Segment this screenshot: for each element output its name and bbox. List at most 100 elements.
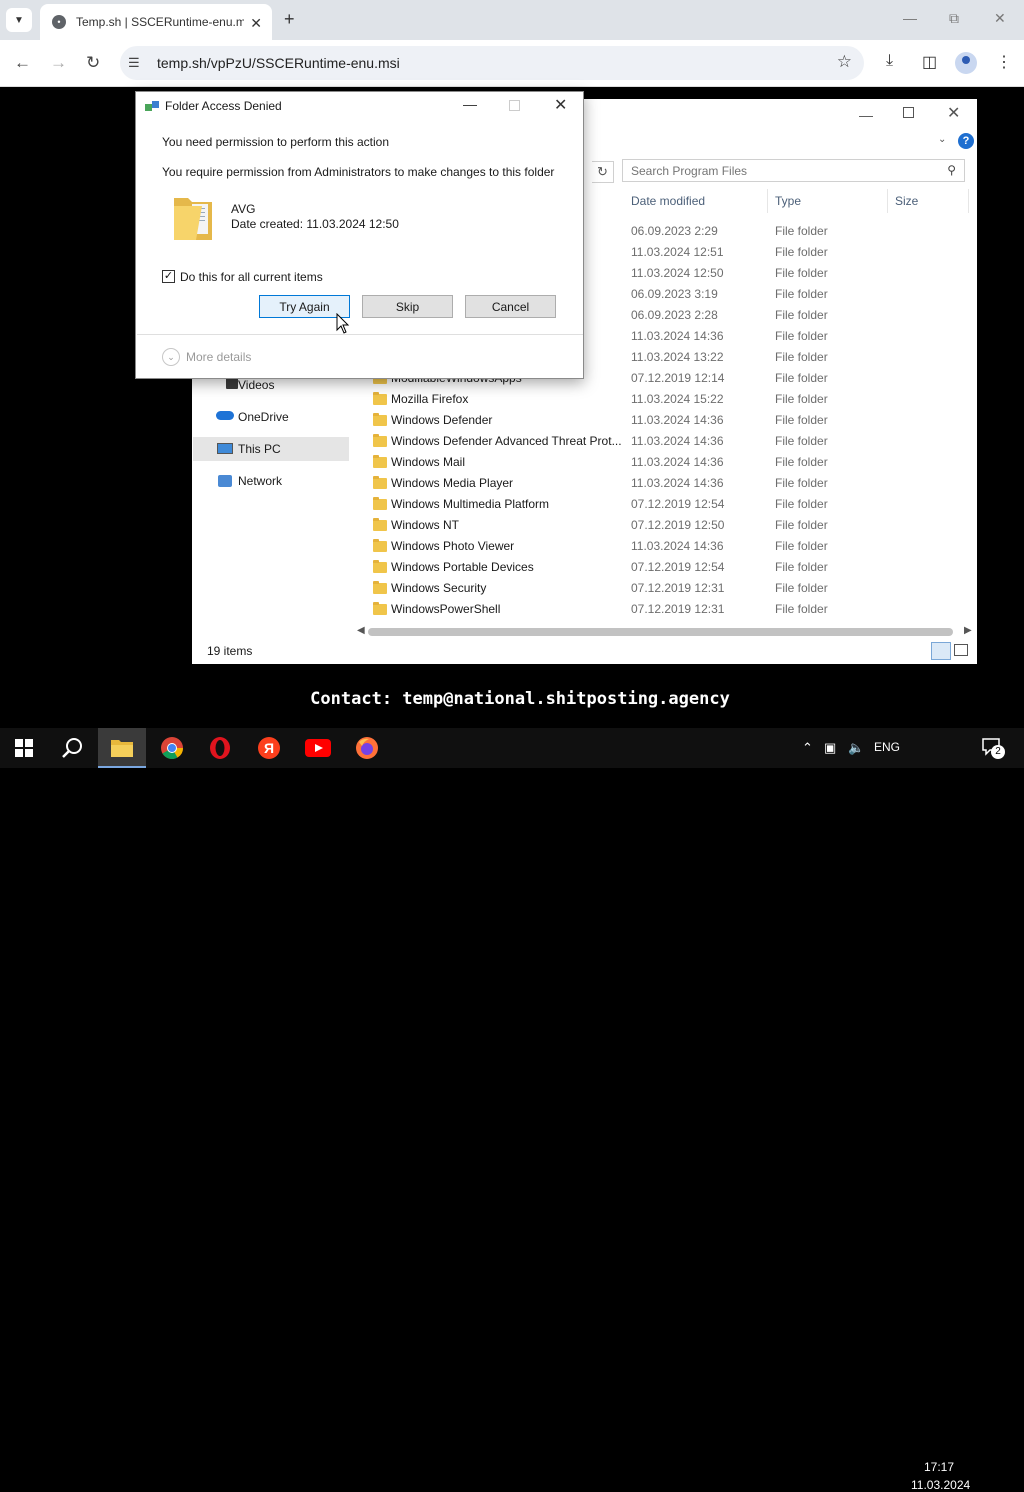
site-info-icon[interactable]: ☰ (128, 55, 140, 71)
folder-icon (373, 539, 387, 552)
address-url[interactable]: temp.sh/vpPzU/SSCERuntime-enu.msi (157, 55, 400, 71)
file-row-name[interactable]: Mozilla Firefox (391, 392, 468, 406)
nav-item-network[interactable]: Network (238, 474, 282, 488)
taskbar-yandex[interactable]: Я (245, 728, 293, 768)
menu-kebab-icon[interactable]: ⋮ (996, 52, 1012, 72)
dialog-minimize-button[interactable]: — (463, 96, 477, 112)
taskbar-chrome[interactable] (148, 728, 196, 768)
apply-all-label[interactable]: Do this for all current items (180, 270, 323, 284)
bookmark-star-icon[interactable]: ☆ (837, 52, 852, 72)
tab-title: Temp.sh | SSCERuntime-enu.msi (76, 15, 244, 29)
column-header-size[interactable]: Size (895, 194, 918, 208)
folder-icon (373, 581, 387, 594)
file-row-name[interactable]: Windows Photo Viewer (391, 539, 514, 553)
folder-icon (373, 455, 387, 468)
scrollbar-thumb[interactable] (368, 628, 953, 636)
file-row-name[interactable]: Windows Mail (391, 455, 465, 469)
scroll-right-icon[interactable]: ▶ (964, 625, 972, 636)
status-item-count: 19 items (207, 644, 253, 658)
column-separator[interactable] (887, 189, 888, 213)
file-row-type: File folder (775, 371, 828, 385)
apply-all-checkbox[interactable]: ✓ (162, 270, 175, 283)
forward-button[interactable]: → (50, 53, 67, 73)
file-row-date: 07.12.2019 12:50 (631, 518, 725, 532)
file-row-type: File folder (775, 476, 828, 490)
file-row-name[interactable]: Windows Multimedia Platform (391, 497, 549, 511)
browser-tab-active[interactable]: • Temp.sh | SSCERuntime-enu.msi ✕ (40, 4, 272, 40)
browser-restore-button[interactable]: ⧉ (949, 10, 959, 27)
network-status-icon[interactable]: ▣ (824, 740, 836, 756)
column-header-type[interactable]: Type (775, 194, 801, 208)
yandex-icon: Я (258, 737, 280, 759)
nav-item-videos[interactable]: Videos (238, 378, 274, 392)
file-explorer-icon (111, 740, 133, 757)
file-row-type: File folder (775, 602, 828, 616)
file-row-type: File folder (775, 392, 828, 406)
browser-tab-bar: ▼ • Temp.sh | SSCERuntime-enu.msi ✕ + — … (0, 0, 1024, 40)
folder-name: AVG (231, 202, 256, 216)
ribbon-expand-chevron-icon[interactable]: ⌄ (938, 134, 946, 145)
address-bar[interactable]: ☰ temp.sh/vpPzU/SSCERuntime-enu.msi ☆ (120, 46, 864, 80)
file-row-date: 11.03.2024 14:36 (631, 476, 724, 490)
file-row-date: 11.03.2024 14:36 (631, 329, 724, 343)
taskbar-youtube[interactable] (294, 728, 342, 768)
column-separator[interactable] (968, 189, 969, 213)
side-panel-icon[interactable]: ◫ (922, 52, 937, 72)
downloads-icon[interactable]: ⤓ (886, 52, 893, 70)
file-row-name[interactable]: Windows Defender (391, 413, 492, 427)
volume-muted-icon[interactable]: 🔈 (848, 740, 864, 756)
skip-button[interactable]: Skip (362, 295, 453, 318)
taskbar-firefox[interactable] (343, 728, 391, 768)
chevron-down-icon[interactable]: ⌄ (162, 348, 180, 366)
details-view-icon[interactable] (931, 642, 951, 660)
taskbar-search-button[interactable] (48, 728, 96, 768)
clock-time[interactable]: 17:17 (924, 1460, 954, 1474)
browser-minimize-button[interactable]: — (903, 10, 917, 26)
reload-button[interactable]: ↻ (86, 53, 100, 73)
tab-close-icon[interactable]: ✕ (250, 15, 262, 32)
search-field[interactable] (623, 160, 923, 181)
profile-avatar[interactable] (955, 52, 977, 74)
explorer-maximize-button[interactable] (903, 107, 914, 118)
refresh-button[interactable]: ↻ (592, 161, 614, 183)
show-hidden-icons-chevron-icon[interactable]: ⌃ (802, 740, 813, 756)
large-icons-view-icon[interactable] (954, 644, 968, 656)
explorer-minimize-button[interactable]: — (859, 107, 873, 123)
file-row-name[interactable]: Windows NT (391, 518, 459, 532)
start-button[interactable] (0, 728, 48, 768)
browser-close-button[interactable]: ✕ (994, 10, 1006, 27)
nav-item-onedrive[interactable]: OneDrive (238, 410, 289, 424)
column-header-date[interactable]: Date modified (631, 194, 705, 208)
file-row-type: File folder (775, 560, 828, 574)
file-row-name[interactable]: WindowsPowerShell (391, 602, 500, 616)
help-icon[interactable]: ? (958, 133, 974, 149)
file-row-name[interactable]: Windows Media Player (391, 476, 513, 490)
file-row-name[interactable]: Windows Portable Devices (391, 560, 534, 574)
clock-date[interactable]: 11.03.2024 (911, 1478, 970, 1492)
search-input[interactable]: ⚲ (622, 159, 965, 182)
file-row-type: File folder (775, 224, 828, 238)
taskbar-opera[interactable] (196, 728, 244, 768)
taskbar-file-explorer[interactable] (98, 728, 146, 768)
language-indicator[interactable]: ENG (874, 740, 900, 754)
new-tab-button[interactable]: + (284, 9, 295, 30)
back-button[interactable]: ← (14, 53, 31, 73)
tab-search-button[interactable]: ▼ (6, 8, 32, 32)
column-separator[interactable] (767, 189, 768, 213)
scroll-left-icon[interactable]: ◀ (357, 625, 365, 636)
site-favicon-icon: • (52, 15, 66, 29)
cancel-button[interactable]: Cancel (465, 295, 556, 318)
file-row-type: File folder (775, 308, 828, 322)
explorer-close-button[interactable]: ✕ (947, 103, 960, 123)
dialog-close-button[interactable]: ✕ (554, 95, 567, 115)
file-row-name[interactable]: Windows Security (391, 581, 486, 595)
dialog-maximize-button (509, 100, 520, 111)
folder-icon (373, 497, 387, 510)
nav-item-this-pc[interactable]: This PC (238, 442, 281, 456)
network-icon (218, 475, 232, 487)
folder-icon (373, 602, 387, 615)
horizontal-scrollbar[interactable]: ◀ ▶ (354, 624, 974, 640)
file-row-name[interactable]: Windows Defender Advanced Threat Prot... (391, 434, 622, 448)
notification-center-button[interactable]: 2 (982, 738, 1005, 759)
more-details-toggle[interactable]: More details (186, 350, 251, 364)
